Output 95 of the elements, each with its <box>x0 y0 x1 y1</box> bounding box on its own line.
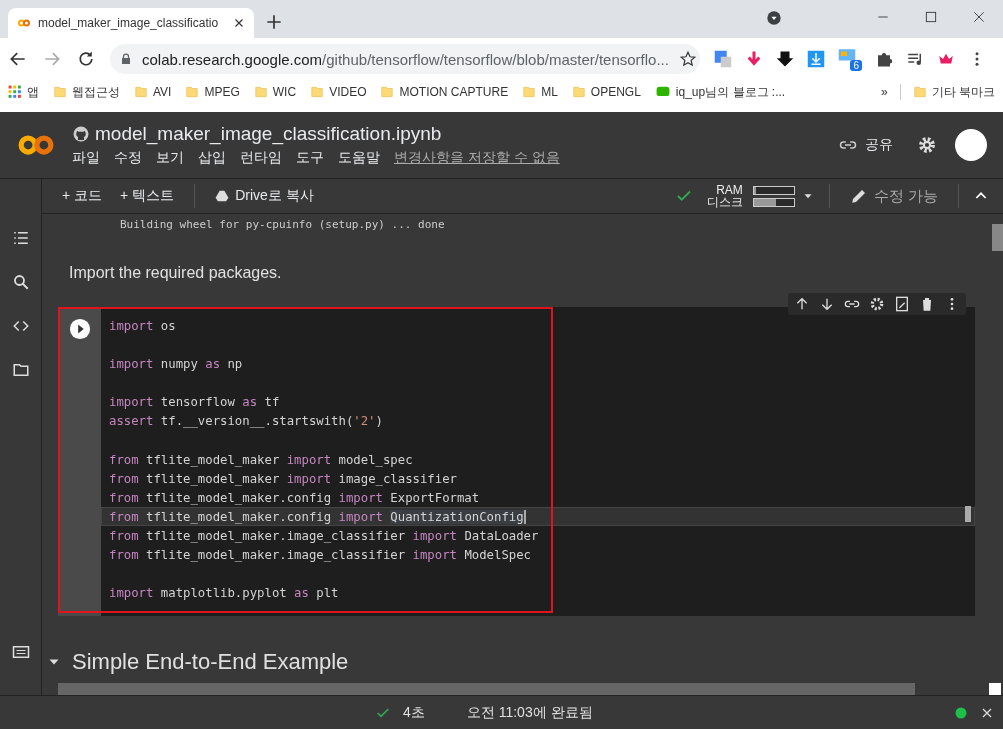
code-line: from tflite_model_maker.config import ExportFormat <box>109 490 480 505</box>
folder-icon <box>53 84 67 100</box>
execution-time: 4초 <box>403 703 425 722</box>
add-text-button[interactable]: + 텍스트 <box>114 183 181 209</box>
save-notice-link[interactable]: 변경사항을 저장할 수 없음 <box>394 149 560 167</box>
folder-icon <box>571 84 586 100</box>
menu-item[interactable]: 삽입 <box>198 149 226 167</box>
edit-mode-button[interactable]: 수정 가능 <box>843 182 944 210</box>
folder-icon <box>310 84 325 100</box>
address-bar[interactable]: colab.research.google.com/github/tensorflow/tensorflow/blob/master/tensorflo... <box>110 44 700 74</box>
code-line: from tflite_model_maker.image_classifier import ModelSpec <box>109 548 532 563</box>
text-cell-text: Import the required packages. <box>69 264 283 282</box>
arrow-down-icon[interactable] <box>819 296 835 312</box>
bookmark[interactable]: 앱 <box>6 81 41 103</box>
new-tab-icon[interactable] <box>264 12 284 32</box>
run-button-icon[interactable] <box>68 318 91 340</box>
puzzle-icon[interactable] <box>875 50 893 68</box>
translate-extension-icon[interactable] <box>714 50 732 68</box>
url-text: colab.research.google.com/github/tensorflow/tensorflow/blob/master/tensorflo... <box>142 50 669 68</box>
bookmark[interactable]: ML <box>520 82 560 102</box>
folder-icon <box>185 84 200 100</box>
notification-badge: 6 <box>850 60 862 71</box>
star-icon[interactable] <box>678 50 697 68</box>
scrollbar-thumb[interactable] <box>992 224 1003 251</box>
code-line: from tflite_model_maker import model_spec <box>109 452 413 467</box>
bookmark[interactable]: OPENGL <box>569 82 643 102</box>
menu-item[interactable]: 런타임 <box>240 149 282 167</box>
resource-label: RAM <box>715 184 743 196</box>
profile-menu-icon[interactable] <box>766 10 782 26</box>
section-heading: Simple End-to-End Example <box>72 649 349 676</box>
bookmark[interactable]: 기타 북마크 <box>910 81 997 103</box>
bookmark[interactable]: 웹접근성 <box>51 81 122 103</box>
code-line: from tflite_model_maker.image_classifier import DataLoader <box>109 529 539 544</box>
drive-icon <box>215 189 230 203</box>
code-line: import matplotlib.pyplot as plt <box>109 586 339 601</box>
arrow-up-icon[interactable] <box>794 296 810 312</box>
code-line: import os <box>109 319 176 333</box>
terminal-icon[interactable] <box>11 643 30 661</box>
resource-meter <box>752 197 795 207</box>
reload-icon[interactable] <box>76 49 96 69</box>
code-cell[interactable] <box>58 307 975 617</box>
github-icon <box>72 125 90 143</box>
lock-icon <box>120 52 132 66</box>
menu-item[interactable]: 파일 <box>72 149 100 167</box>
bookmark[interactable]: AVI <box>132 82 174 102</box>
notebook-title[interactable]: model_maker_image_classification.ipynb <box>95 123 442 145</box>
folder-icon <box>912 84 927 100</box>
mirror-icon[interactable] <box>894 296 910 312</box>
add-code-button[interactable]: + 코드 <box>56 183 109 209</box>
share-button[interactable]: 공유 <box>833 135 899 155</box>
resource-label: 디스크 <box>706 196 743 208</box>
browser-tab[interactable]: model_maker_image_classificatio <box>8 8 254 38</box>
scrollbar-corner <box>989 683 1001 695</box>
resource-meter <box>752 185 795 195</box>
folder-icon <box>522 84 537 100</box>
scroll-marker <box>965 506 971 522</box>
download-arrow-extension-icon[interactable] <box>745 50 763 68</box>
bookmark[interactable]: VIDEO <box>308 82 369 102</box>
menu-item[interactable]: 도구 <box>296 149 324 167</box>
folder-icon[interactable] <box>11 361 30 379</box>
code-line: import tensorflow as tf <box>109 395 280 410</box>
bookmark[interactable]: MOTION CAPTURE <box>378 82 511 102</box>
completion-status: 오전 11:03에 완료됨 <box>466 703 593 722</box>
folder-icon <box>253 84 268 100</box>
settings-icon[interactable] <box>869 296 885 312</box>
code-line: assert tf.__version__.startswith('2') <box>109 414 383 429</box>
search-icon[interactable] <box>11 273 30 291</box>
menu-item[interactable]: 도움말 <box>338 149 380 167</box>
download-extension-icon[interactable] <box>807 50 825 68</box>
folder-icon <box>380 84 395 100</box>
bookmarks-overflow[interactable]: » <box>878 83 890 101</box>
code-line: import numpy as np <box>109 357 243 372</box>
bookmark[interactable]: WIC <box>251 82 299 102</box>
bookmark[interactable]: iq_up님의 블로그 :... <box>652 81 788 103</box>
maximize-icon[interactable] <box>924 10 938 24</box>
code-line: from tflite_model_maker.config import QuantizationConfig <box>109 509 526 524</box>
pencil-icon <box>849 187 868 205</box>
toc-icon[interactable] <box>11 229 30 247</box>
code-line: from tflite_model_maker import image_classifier <box>109 471 457 486</box>
apps-grid-icon <box>8 85 22 99</box>
connected-dot-icon <box>955 706 967 719</box>
menu-item[interactable]: 보기 <box>156 149 184 167</box>
colab-logo-icon <box>16 17 32 29</box>
bookmark[interactable]: MPEG <box>183 82 242 102</box>
menu-item[interactable]: 수정 <box>114 149 142 167</box>
avatar[interactable] <box>955 129 987 161</box>
blog-icon <box>654 85 671 99</box>
copy-to-drive-button[interactable]: Drive로 복사 <box>209 183 320 209</box>
horizontal-scrollbar[interactable] <box>58 683 915 695</box>
settings-icon[interactable] <box>917 135 937 155</box>
extension-button[interactable]: 6 <box>838 47 862 71</box>
output-text: Building wheel for py-cpuinfo (setup.py) ... done <box>120 218 445 231</box>
close-icon[interactable] <box>972 10 986 24</box>
arrow-extension-icon[interactable] <box>776 50 794 68</box>
folder-icon <box>134 84 148 100</box>
